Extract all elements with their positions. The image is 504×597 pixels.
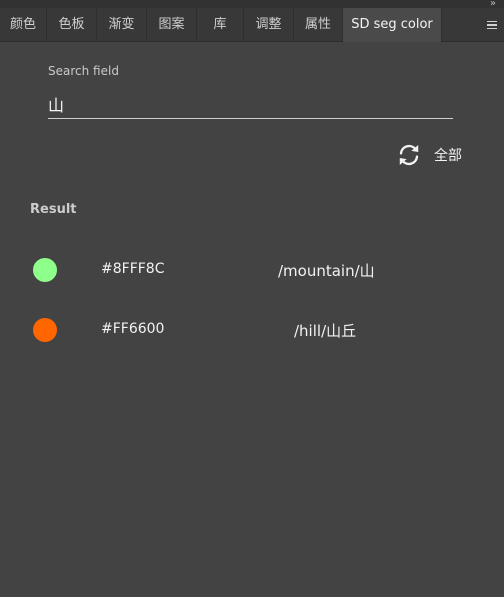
- tab-libraries[interactable]: 库: [197, 8, 244, 42]
- result-heading: Result: [30, 202, 77, 217]
- tab-color[interactable]: 颜色: [0, 8, 47, 42]
- collapse-panel-icon[interactable]: »: [490, 0, 496, 9]
- color-swatch: [33, 318, 57, 342]
- tab-properties[interactable]: 属性: [294, 8, 343, 42]
- hex-value: #8FFF8C: [101, 261, 165, 277]
- tab-sd-seg-color[interactable]: SD seg color: [343, 8, 442, 42]
- panel-header-strip: »: [0, 0, 504, 9]
- panel-menu-icon[interactable]: [480, 8, 504, 42]
- color-swatch: [33, 258, 57, 282]
- tab-gradients[interactable]: 渐变: [97, 8, 147, 42]
- search-input[interactable]: [48, 89, 453, 119]
- hex-value: #FF6600: [101, 321, 165, 337]
- label-path: /mountain/山: [278, 262, 375, 280]
- refresh-icon: [399, 144, 419, 166]
- tab-swatches[interactable]: 色板: [47, 8, 97, 42]
- result-row[interactable]: #FF6600 /hill/山丘: [0, 315, 504, 345]
- show-all-button[interactable]: 全部: [396, 141, 462, 169]
- tab-patterns[interactable]: 图案: [147, 8, 197, 42]
- label-path: /hill/山丘: [294, 322, 357, 340]
- show-all-label: 全部: [434, 148, 462, 164]
- panel-tab-bar: 颜色 色板 渐变 图案 库 调整 属性 SD seg color: [0, 8, 504, 42]
- result-row[interactable]: #8FFF8C /mountain/山: [0, 255, 504, 285]
- tab-adjustments[interactable]: 调整: [244, 8, 294, 42]
- search-field-label: Search field: [48, 64, 119, 78]
